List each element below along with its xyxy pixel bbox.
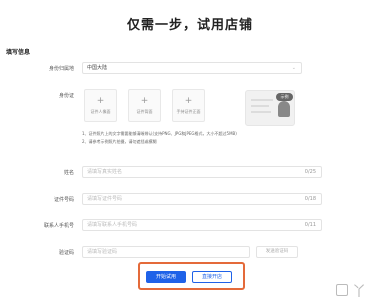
region-value: 中国大陆 [87, 65, 108, 71]
chevron-down-icon: ⌄ [291, 65, 296, 71]
upload-note: 1、证件照片上的文字需要能够清晰辨认(支持PNG、JPG和JPEG格式，大小不超… [82, 131, 237, 136]
upload-note: 2、请参考示例照片拍摄，请勿遮挡或模糊 [82, 139, 157, 144]
section-title: 填写信息 [6, 49, 31, 56]
id-number-label: 证件号码 [53, 197, 74, 203]
name-label: 姓名 [63, 170, 74, 176]
sample-badge: 示例 [276, 93, 293, 101]
id-number-placeholder: 请填写证件号码 [87, 196, 123, 202]
phone-input[interactable]: 请填写联系人手机号码 0/11 [82, 219, 322, 231]
page-title: 仅需一步，试用店铺 [126, 18, 253, 33]
watermark-logo-icon [336, 284, 348, 296]
code-input[interactable]: 请填写验证码 [82, 246, 250, 258]
region-label: 身份归属地 [48, 66, 74, 72]
id-number-input[interactable]: 请填写证件号码 0/18 [82, 193, 322, 205]
sample-text-line [251, 111, 271, 113]
watermark-logo: 丫 [352, 284, 366, 300]
id-card-label: 身份证 [58, 93, 74, 99]
upload-id-handheld[interactable]: + 手持证件正面 [172, 89, 205, 122]
upload-id-back[interactable]: + 证件背面 [128, 89, 161, 122]
region-select[interactable]: 中国大陆 ⌄ [82, 62, 302, 74]
char-count: 0/11 [304, 222, 316, 228]
upload-id-front[interactable]: + 证件人像面 [84, 89, 117, 122]
plus-icon: + [140, 96, 149, 106]
person-icon [278, 101, 290, 117]
phone-label: 联系人手机号 [43, 223, 74, 229]
start-trial-button[interactable]: 开始试用 [146, 271, 186, 283]
plus-icon: + [96, 96, 105, 106]
open-store-button[interactable]: 直接开店 [192, 271, 232, 283]
code-label: 验证码 [58, 250, 74, 256]
name-placeholder: 请填写真实姓名 [87, 169, 123, 175]
sample-text-line [251, 99, 273, 101]
phone-placeholder: 请填写联系人手机号码 [87, 222, 138, 228]
upload-caption: 手持证件正面 [176, 109, 201, 114]
upload-caption: 证件背面 [136, 109, 153, 114]
char-count: 0/25 [304, 169, 316, 175]
send-code-button[interactable]: 发送验证码 [256, 246, 298, 258]
code-placeholder: 请填写验证码 [87, 249, 118, 255]
upload-caption: 证件人像面 [90, 109, 111, 114]
sample-text-line [251, 105, 269, 107]
name-input[interactable]: 请填写真实姓名 0/25 [82, 166, 322, 178]
plus-icon: + [184, 96, 193, 106]
char-count: 0/18 [304, 196, 316, 202]
